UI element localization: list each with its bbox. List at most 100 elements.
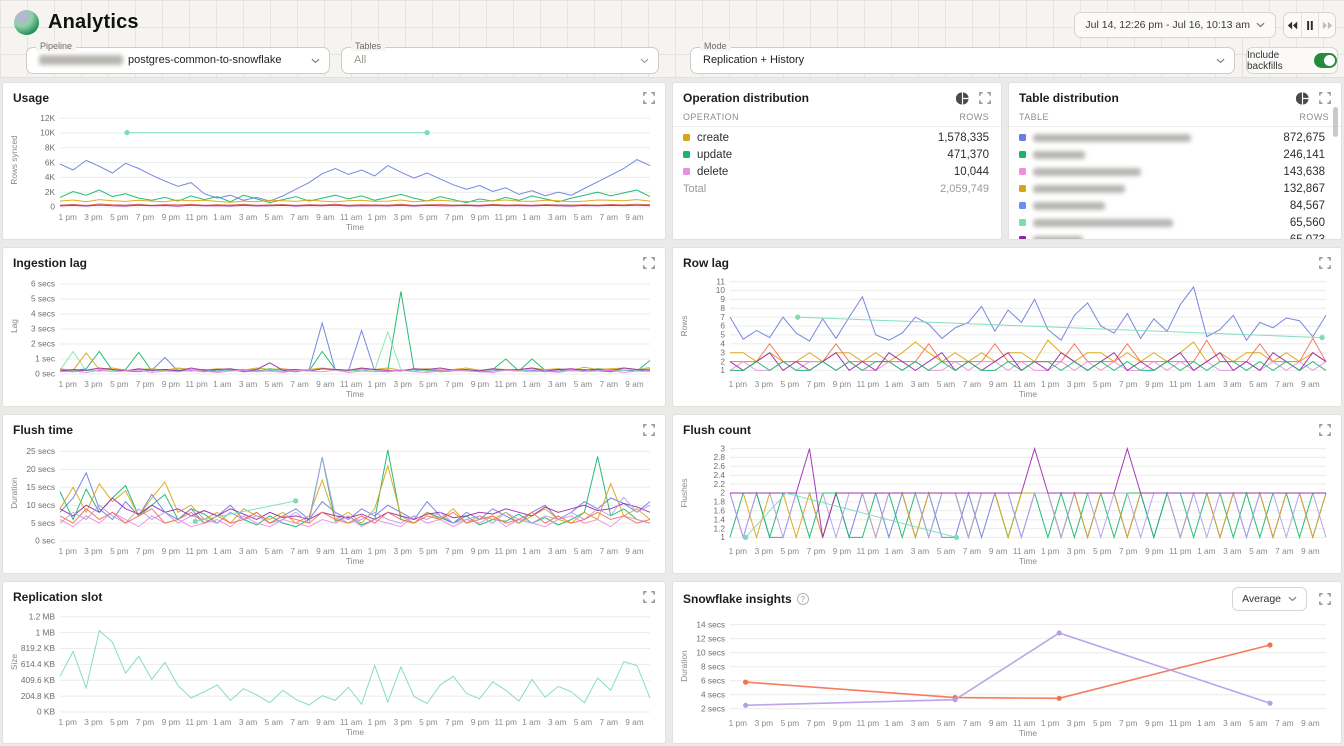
date-range-picker[interactable]: Jul 14, 12:26 pm - Jul 16, 10:13 am [1074,12,1276,38]
table-row: 143,638 [1019,163,1325,180]
svg-text:7 pm: 7 pm [136,546,155,556]
svg-text:Time: Time [346,556,365,565]
column-header: TABLE [1019,112,1049,122]
tables-select[interactable]: Tables All [341,47,659,74]
ingestion-lag-panel: Ingestion lag 0 sec1 sec2 secs3 secs4 se… [2,247,666,407]
expand-button[interactable] [643,424,655,436]
redacted-table-name [1033,202,1105,210]
svg-text:7 pm: 7 pm [445,546,464,556]
expand-button[interactable] [1319,257,1331,269]
include-backfills-toggle[interactable]: Include backfills [1246,47,1338,74]
rewind-button[interactable] [1284,13,1301,37]
table-rows-value: 84,567 [1290,200,1325,212]
panel-title: Flush count [683,423,751,437]
svg-text:Time: Time [346,222,365,231]
svg-text:7 pm: 7 pm [1119,379,1138,389]
svg-text:3 am: 3 am [1223,718,1242,728]
svg-text:1 am: 1 am [1197,546,1216,556]
svg-text:11 pm: 11 pm [185,546,208,556]
svg-text:7 pm: 7 pm [136,212,155,222]
toggle-on-icon [1314,53,1337,68]
operation-rows-value: 1,578,335 [938,132,989,144]
series-color-swatch [1019,202,1026,209]
replication-slot-chart: 0 KB204.8 KB409.6 KB614.4 KB819.2 KB1 MB… [8,606,658,736]
svg-text:2K: 2K [45,187,56,197]
expand-button[interactable] [643,257,655,269]
redacted-table-name [1033,151,1085,159]
expand-button[interactable] [1319,593,1331,605]
svg-text:11 am: 11 am [340,212,363,222]
expand-button[interactable] [1319,92,1331,104]
expand-icon [1319,593,1331,605]
help-icon[interactable]: ? [797,593,809,605]
svg-text:7 am: 7 am [1275,379,1294,389]
mode-select[interactable]: Mode Replication + History [690,47,1235,74]
svg-text:7 am: 7 am [963,379,982,389]
svg-text:9 am: 9 am [316,717,335,727]
svg-text:5 secs: 5 secs [31,294,55,304]
pie-view-button[interactable] [956,92,969,105]
svg-text:9 am: 9 am [316,546,335,556]
svg-text:1.4: 1.4 [713,514,725,524]
chevron-down-icon [1256,22,1265,28]
expand-icon [1319,92,1331,104]
pause-button[interactable] [1301,13,1318,37]
svg-text:7 am: 7 am [1275,546,1294,556]
svg-text:9 pm: 9 pm [833,718,852,728]
svg-text:4 secs: 4 secs [701,690,725,700]
svg-text:9 am: 9 am [625,546,644,556]
table-row: 872,675 [1019,129,1325,146]
svg-text:3 pm: 3 pm [84,379,103,389]
svg-text:7 pm: 7 pm [1119,546,1138,556]
table-distribution-rows: 872,675 246,141 143,638 132,867 84,567 6… [1009,127,1341,240]
svg-text:1 pm: 1 pm [729,546,748,556]
panel-title: Operation distribution [683,91,809,105]
svg-text:3 pm: 3 pm [393,717,412,727]
svg-text:5 am: 5 am [574,212,593,222]
expand-button[interactable] [643,92,655,104]
expand-button[interactable] [979,92,991,104]
flush-time-chart: 0 sec5 secs10 secs15 secs20 secs25 secs1… [8,439,658,565]
svg-text:1 pm: 1 pm [1041,546,1060,556]
svg-text:1 am: 1 am [213,717,232,727]
scrollbar[interactable] [1333,107,1338,137]
svg-text:0 KB: 0 KB [37,707,55,717]
pipeline-select[interactable]: Pipeline postgres-common-to-snowflake [26,47,330,74]
pie-view-button[interactable] [1296,92,1309,105]
total-row: Total 2,059,749 [683,180,989,197]
svg-text:9 pm: 9 pm [833,379,852,389]
expand-button[interactable] [643,591,655,603]
svg-text:5 am: 5 am [1249,718,1268,728]
snowflake-insights-chart: 2 secs4 secs6 secs8 secs10 secs12 secs14… [678,613,1334,737]
svg-text:Duration: Duration [679,650,689,682]
svg-text:10 secs: 10 secs [26,500,55,510]
svg-text:9 pm: 9 pm [471,717,490,727]
forward-button[interactable] [1318,13,1335,37]
operation-row: delete 10,044 [683,163,989,180]
svg-text:5 pm: 5 pm [110,212,129,222]
svg-text:5 pm: 5 pm [781,379,800,389]
svg-text:819.2 KB: 819.2 KB [21,643,56,653]
svg-text:1 am: 1 am [885,546,904,556]
svg-text:7 am: 7 am [963,718,982,728]
svg-text:15 secs: 15 secs [26,482,55,492]
expand-button[interactable] [1319,424,1331,436]
svg-text:11 pm: 11 pm [1169,379,1192,389]
svg-text:7 am: 7 am [600,212,619,222]
svg-text:8K: 8K [45,143,56,153]
table-row: 84,567 [1019,197,1325,214]
svg-text:5 secs: 5 secs [31,518,55,528]
svg-text:1 am: 1 am [213,379,232,389]
svg-text:3 pm: 3 pm [84,212,103,222]
svg-text:5 am: 5 am [574,546,593,556]
aggregate-select[interactable]: Average [1232,587,1307,611]
svg-text:3 pm: 3 pm [755,546,774,556]
mode-value: Replication + History [703,54,804,66]
svg-text:3 pm: 3 pm [755,718,774,728]
svg-text:7 pm: 7 pm [807,718,826,728]
column-header: ROWS [1299,112,1329,122]
svg-text:1 pm: 1 pm [368,379,387,389]
svg-text:1: 1 [720,532,725,542]
svg-text:5: 5 [720,330,725,340]
svg-text:4K: 4K [45,172,56,182]
